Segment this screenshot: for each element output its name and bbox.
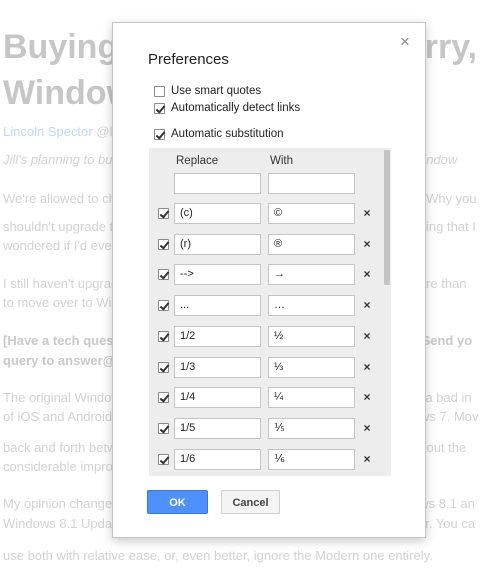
preferences-dialog: Preferences × Use smart quotes Automatic… (112, 22, 426, 538)
ok-button[interactable]: OK (147, 490, 208, 514)
row-enabled-checkbox[interactable] (158, 392, 169, 404)
article-text-line: Jill's planning to buy (3, 152, 119, 167)
with-input[interactable]: ® (268, 233, 355, 255)
replace-input[interactable]: 1/4 (174, 387, 261, 409)
row-enabled-checkbox[interactable] (158, 238, 169, 250)
article-text-line: Windows 8.1 Update (3, 516, 123, 531)
scrollbar-thumb[interactable] (384, 150, 390, 285)
row-enabled-checkbox[interactable] (158, 269, 169, 281)
article-text-line-end: ws 7. Mov (420, 409, 479, 424)
delete-row-icon[interactable]: × (361, 360, 373, 374)
replace-input[interactable]: 1/5 (174, 417, 261, 439)
with-input[interactable]: … (268, 295, 355, 317)
replace-input[interactable]: 1/6 (174, 448, 261, 470)
dialog-title: Preferences (148, 51, 229, 68)
new-replace-input[interactable] (174, 173, 261, 194)
option-label: Automatically detect links (171, 102, 301, 114)
article-text-line: I still haven't upgrade (3, 276, 126, 291)
article-byline: Lincoln Spector @lin (3, 124, 123, 139)
row-enabled-checkbox[interactable] (158, 208, 169, 219)
smart-quotes-checkbox[interactable] (154, 85, 165, 97)
article-text-line: The original Window (3, 390, 121, 405)
replace-input[interactable]: (r) (174, 233, 261, 255)
with-input[interactable]: ⅙ (268, 448, 355, 470)
cancel-button[interactable]: Cancel (221, 490, 280, 514)
with-input[interactable]: → (268, 264, 355, 286)
delete-row-icon[interactable]: × (361, 298, 373, 312)
article-text-line: My opinion changed (3, 496, 120, 511)
row-enabled-checkbox[interactable] (158, 300, 169, 312)
option-label: Automatic substitution (171, 128, 284, 140)
with-input[interactable]: ¼ (268, 387, 355, 409)
replace-input[interactable]: (c) (174, 203, 261, 224)
with-column-header: With (270, 155, 293, 167)
replace-input[interactable]: ... (174, 295, 261, 317)
with-input[interactable]: ⅕ (268, 417, 355, 439)
new-with-input[interactable] (268, 173, 355, 194)
article-text-line: [Have a tech quest (3, 333, 118, 348)
replace-input[interactable]: 1/3 (174, 356, 261, 378)
article-text-line: to move over to Wind (3, 295, 126, 310)
option-auto-substitution[interactable]: Automatic substitution (154, 127, 284, 141)
replace-column-header: Replace (176, 155, 219, 167)
with-input[interactable]: ⅓ (268, 356, 355, 378)
row-enabled-checkbox[interactable] (158, 422, 169, 434)
article-text-line: use both with relative ease, or, even be… (3, 548, 433, 563)
delete-row-icon[interactable]: × (361, 237, 373, 251)
detect-links-checkbox[interactable] (154, 102, 165, 114)
auto-substitution-checkbox[interactable] (154, 128, 165, 140)
replace-input[interactable]: 1/2 (174, 325, 261, 347)
delete-row-icon[interactable]: × (361, 329, 373, 343)
delete-row-icon[interactable]: × (361, 390, 373, 404)
substitution-table: Replace With (c) © × (r) ® × --> → ×... … × 1/2 ½ × 1/… (149, 148, 391, 476)
delete-row-icon[interactable]: × (361, 206, 373, 220)
delete-row-icon[interactable]: × (361, 421, 373, 435)
with-input[interactable]: ½ (268, 325, 355, 347)
close-icon[interactable]: × (400, 33, 410, 51)
delete-row-icon[interactable]: × (361, 452, 373, 466)
article-text-line-end: er. You ca (418, 516, 476, 531)
article-text-line: query to answer@ (3, 353, 116, 368)
with-input[interactable]: © (268, 203, 355, 224)
delete-row-icon[interactable]: × (361, 267, 373, 281)
row-enabled-checkbox[interactable] (158, 361, 169, 373)
article-text-line: wondered if I'd ever (3, 238, 117, 253)
article-text-line: considerable improv (3, 459, 120, 474)
replace-input[interactable]: --> (174, 264, 261, 286)
article-text-line: of iOS and Android. (3, 409, 116, 424)
author-link[interactable]: Lincoln Spector (3, 124, 93, 139)
row-enabled-checkbox[interactable] (158, 330, 169, 342)
article-text-line: back and forth betwe (3, 440, 124, 455)
article-text-line: shouldn't upgrade to (3, 219, 121, 234)
option-smart-quotes[interactable]: Use smart quotes (154, 84, 261, 98)
article-text-line-end: ing that I (426, 219, 476, 234)
option-label: Use smart quotes (171, 85, 262, 97)
option-detect-links[interactable]: Automatically detect links (154, 101, 300, 115)
row-enabled-checkbox[interactable] (158, 453, 169, 465)
article-text-line: We're allowed to cha (3, 191, 124, 206)
